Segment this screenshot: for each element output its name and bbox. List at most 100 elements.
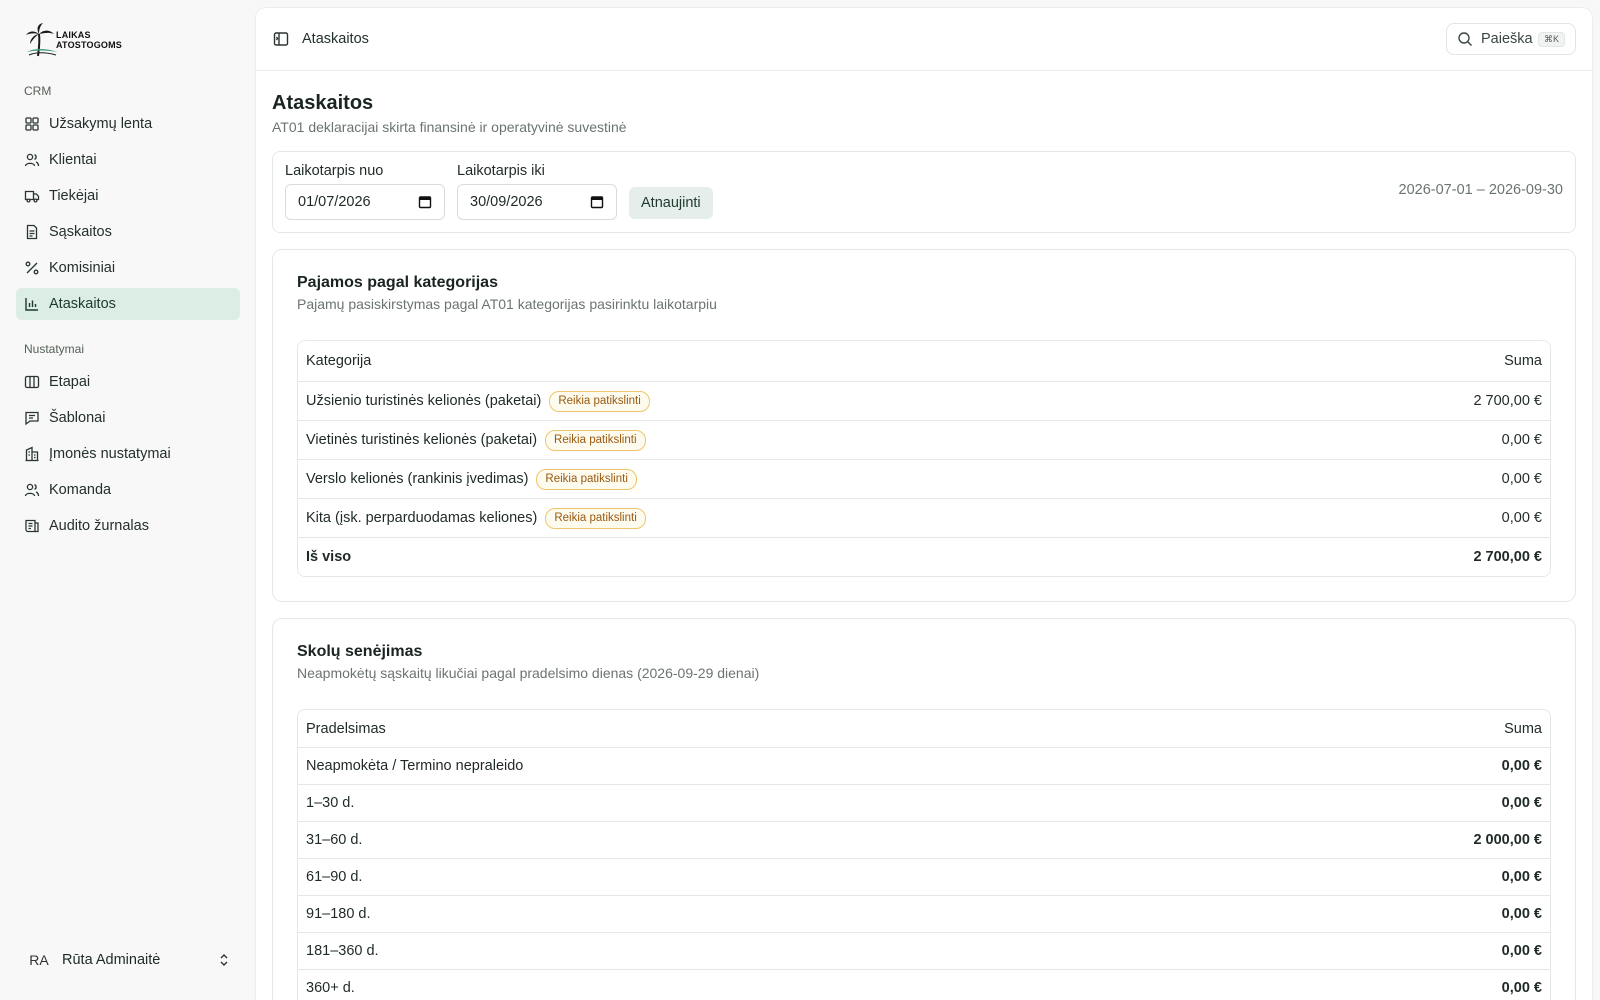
topbar: Ataskaitos Paieška ⌘K (256, 8, 1592, 71)
sidebar-item-label: Sąskaitos (49, 224, 112, 240)
status-badge: Reikia patikslinti (545, 429, 646, 451)
date-from-value: 01/07/2026 (298, 194, 371, 210)
search-button[interactable]: Paieška ⌘K (1446, 23, 1576, 55)
amount-cell: 0,00 € (1501, 510, 1542, 526)
amount-cell: 0,00 € (1501, 795, 1542, 811)
team-icon (24, 482, 40, 498)
column-header-amount: Suma (1504, 353, 1542, 369)
card-title: Pajamos pagal kategorijas (297, 274, 498, 291)
sidebar-item-orders-board[interactable]: Užsakymų lenta (16, 108, 240, 140)
breadcrumb: Ataskaitos (302, 31, 369, 47)
bar-chart-icon (24, 296, 40, 312)
overdue-bucket: 91–180 d. (306, 906, 371, 922)
page-content: Ataskaitos AT01 deklaracijai skirta fina… (256, 71, 1592, 1000)
sidebar-item-reports[interactable]: Ataskaitos (16, 288, 240, 320)
category-name: Verslo kelionės (rankinis įvedimas) (306, 471, 529, 487)
sidebar-item-team[interactable]: Komanda (16, 474, 240, 506)
table-row: Vietinės turistinės kelionės (paketai) Re… (298, 420, 1550, 459)
category-name: Vietinės turistinės kelionės (paketai) (306, 432, 538, 448)
sidebar-item-label: Šablonai (49, 410, 106, 426)
category-cell: Vietinės turistinės kelionės (paketai) Re… (306, 429, 1502, 451)
column-header-amount: Suma (1504, 720, 1542, 737)
section-label-crm: CRM (24, 84, 52, 98)
status-badge: Reikia patikslinti (549, 390, 650, 412)
brand-line-1: LAIKAS (56, 30, 91, 40)
table-total-row: Iš viso 2 700,00 € (298, 537, 1550, 576)
column-header-category: Kategorija (306, 353, 372, 369)
card-subtitle: Neapmokėtų sąskaitų likučiai pagal prade… (297, 665, 760, 681)
columns-icon (24, 374, 40, 390)
card-title: Skolų senėjimas (297, 643, 423, 660)
sidebar-item-commissions[interactable]: Komisiniai (16, 252, 240, 284)
table-row: 1–30 d. 0,00 € (298, 784, 1550, 821)
table-row: 181–360 d. 0,00 € (298, 932, 1550, 969)
percent-icon (24, 260, 40, 276)
sidebar-item-audit-log[interactable]: Audito žurnalas (16, 510, 240, 542)
sidebar-item-clients[interactable]: Klientai (16, 144, 240, 176)
amount-cell: 0,00 € (1501, 906, 1542, 922)
sidebar-item-invoices[interactable]: Sąskaitos (16, 216, 240, 248)
overdue-bucket: Neapmokėta / Termino nepraleido (306, 758, 524, 774)
avatar: RA (29, 952, 49, 968)
search-shortcut: ⌘K (1537, 31, 1565, 47)
table-row: 360+ d. 0,00 € (298, 969, 1550, 1000)
aging-table: Pradelsimas Suma Neapmokėta / Termino ne… (297, 709, 1551, 1000)
palm-tree-icon (26, 23, 58, 57)
search-icon (1458, 32, 1472, 46)
sidebar-item-suppliers[interactable]: Tiekėjai (16, 180, 240, 212)
amount-cell: 0,00 € (1501, 943, 1542, 959)
date-filter-panel: Laikotarpis nuo 01/07/2026 Laikotarpis i… (272, 151, 1576, 233)
date-to-input[interactable]: 30/09/2026 (457, 184, 617, 220)
table-row: 91–180 d. 0,00 € (298, 895, 1550, 932)
amount-cell: 0,00 € (1501, 471, 1542, 487)
user-menu[interactable]: RA Rūta Adminaitė (16, 940, 240, 980)
section-label-settings: Nustatymai (24, 342, 85, 356)
brand-logo[interactable]: LAIKAS ATOSTOGOMS (24, 20, 240, 60)
amount-cell: 0,00 € (1501, 432, 1542, 448)
calendar-icon[interactable] (418, 195, 432, 209)
sidebar: LAIKAS ATOSTOGOMS CRM Užsakymų lenta Kli… (0, 0, 256, 1000)
table-row: 31–60 d. 2 000,00 € (298, 821, 1550, 858)
users-icon (24, 152, 40, 168)
calendar-icon[interactable] (590, 195, 604, 209)
table-row: Verslo kelionės (rankinis įvedimas) Reiki… (298, 459, 1550, 498)
overdue-bucket: 61–90 d. (306, 869, 363, 885)
sidebar-item-label: Etapai (49, 374, 91, 390)
refresh-button[interactable]: Atnaujinti (629, 187, 713, 219)
grid-icon (24, 116, 40, 132)
date-to-field: Laikotarpis iki 30/09/2026 (457, 163, 617, 220)
amount-cell: 0,00 € (1501, 980, 1542, 996)
date-from-input[interactable]: 01/07/2026 (285, 184, 445, 220)
sidebar-item-label: Klientai (49, 152, 97, 168)
date-from-field: Laikotarpis nuo 01/07/2026 (285, 163, 445, 220)
chevrons-up-down-icon (220, 954, 228, 966)
amount-cell: 2 000,00 € (1473, 832, 1542, 848)
sidebar-toggle-icon[interactable] (272, 30, 290, 48)
overdue-bucket: 181–360 d. (306, 943, 379, 959)
card-subtitle: Pajamų pasiskirstymas pagal AT01 kategor… (297, 296, 717, 312)
category-name: Užsienio turistinės kelionės (paketai) (306, 393, 542, 409)
sidebar-item-stages[interactable]: Etapai (16, 366, 240, 398)
sidebar-item-company-settings[interactable]: Įmonės nustatymai (16, 438, 240, 470)
category-cell: Verslo kelionės (rankinis įvedimas) Reiki… (306, 468, 1502, 490)
receipt-icon (24, 224, 40, 240)
page-subtitle: AT01 deklaracijai skirta finansinė ir op… (272, 119, 627, 135)
log-icon (24, 518, 40, 534)
page-title: Ataskaitos (272, 92, 374, 114)
column-header-overdue: Pradelsimas (306, 720, 386, 737)
sidebar-item-label: Užsakymų lenta (49, 116, 153, 132)
building-icon (24, 446, 40, 462)
date-to-label: Laikotarpis iki (457, 163, 545, 179)
sidebar-item-label: Komisiniai (49, 260, 116, 276)
table-header: Kategorija Suma (298, 341, 1550, 381)
message-icon (24, 410, 40, 426)
table-row: Kita (įsk. perparduodamas keliones) Reiki… (298, 498, 1550, 537)
sidebar-item-label: Tiekėjai (49, 188, 99, 204)
sidebar-item-label: Audito žurnalas (49, 518, 149, 534)
search-label: Paieška (1481, 31, 1533, 47)
table-row: Užsienio turistinės kelionės (paketai) Re… (298, 381, 1550, 420)
category-cell: Kita (įsk. perparduodamas keliones) Reiki… (306, 507, 1502, 529)
sidebar-item-label: Komanda (49, 482, 112, 498)
date-to-value: 30/09/2026 (470, 194, 543, 210)
sidebar-item-templates[interactable]: Šablonai (16, 402, 240, 434)
